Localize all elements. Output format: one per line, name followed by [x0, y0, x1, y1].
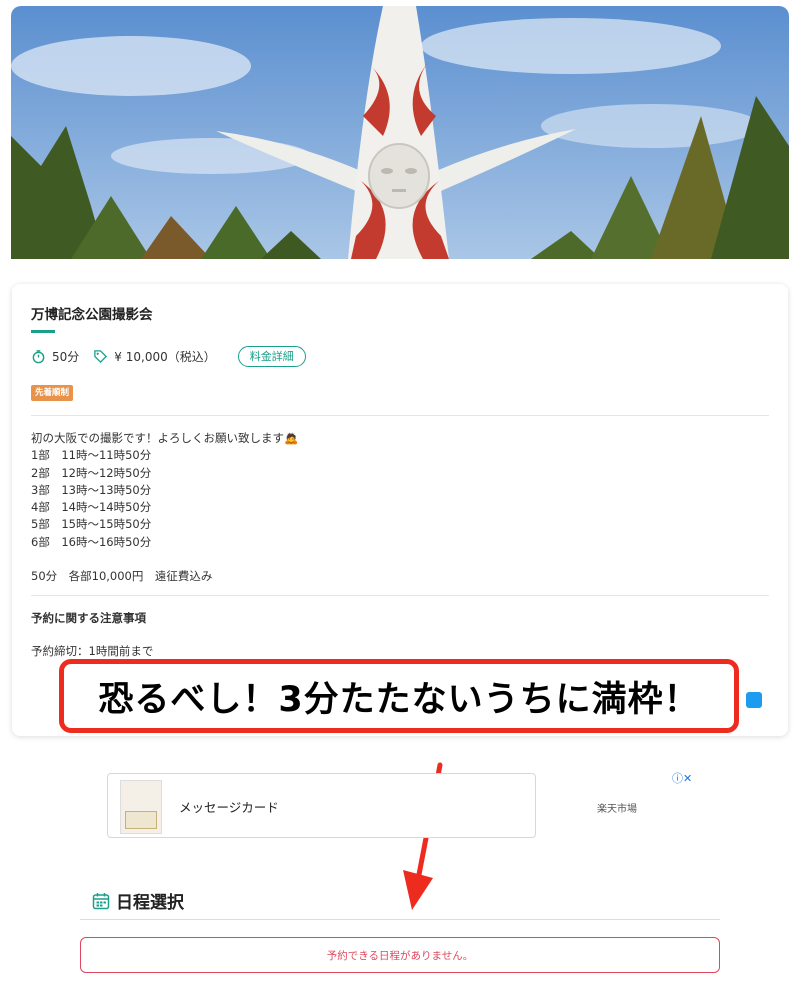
schedule-divider	[80, 919, 720, 920]
title-underline	[31, 330, 55, 333]
divider	[31, 415, 769, 416]
first-come-badge: 先着順制	[31, 385, 74, 401]
stopwatch-icon	[32, 349, 45, 363]
ad-info-close-icon[interactable]: ⓘ✕	[672, 770, 692, 786]
calendar-icon	[92, 892, 110, 909]
reservation-notes-heading: 予約に関する注意事項	[31, 611, 146, 625]
ad-banner[interactable]: メッセージカード	[107, 773, 536, 838]
ad-title: メッセージカード	[179, 800, 279, 815]
description-line: 4部 14時〜14時50分	[31, 500, 152, 515]
annotation-callout-text: 恐るべし！3分たたないうちに満枠！	[98, 679, 700, 720]
description-line	[31, 551, 298, 568]
description-line: 5部 15時〜15時50分	[31, 517, 152, 532]
description-line: 3部 13時〜13時50分	[31, 482, 152, 497]
tower-of-the-sun-illustration	[11, 6, 789, 259]
event-description: 初の大阪での撮影です！よろしくお願い致します🙇 1部 11時〜11時50分 2部…	[31, 430, 298, 586]
divider	[31, 595, 769, 596]
price-detail-button[interactable]: 料金詳細	[237, 345, 306, 367]
schedule-heading: 日程選択	[116, 893, 184, 913]
price-tag-icon	[94, 349, 108, 363]
event-duration: 50分	[52, 349, 80, 364]
reservation-deadline: 予約締切：1時間前まで	[31, 644, 154, 658]
ad-thumbnail	[120, 780, 162, 834]
hero-image	[11, 6, 789, 259]
schedule-header: 日程選択	[92, 888, 184, 913]
no-schedule-message: 予約できる日程がありません。	[80, 937, 720, 973]
annotation-callout: 恐るべし！3分たたないうちに満枠！	[59, 659, 739, 733]
event-title: 万博記念公園撮影会	[31, 307, 153, 323]
event-meta: 50分 ¥ 10,000（税込） 料金詳細	[31, 345, 306, 367]
description-line: 2部 12時〜12時50分	[31, 465, 152, 480]
twitter-share-icon[interactable]	[746, 692, 762, 708]
description-line: 初の大阪での撮影です！よろしくお願い致します🙇	[31, 431, 299, 445]
description-line: 50分 各部10,000円 遠征費込み	[31, 569, 213, 584]
event-price: ¥ 10,000（税込）	[114, 349, 216, 364]
description-line: 1部 11時〜11時50分	[31, 448, 152, 463]
description-line: 6部 16時〜16時50分	[31, 534, 152, 549]
ad-merchant: 楽天市場	[597, 804, 637, 815]
